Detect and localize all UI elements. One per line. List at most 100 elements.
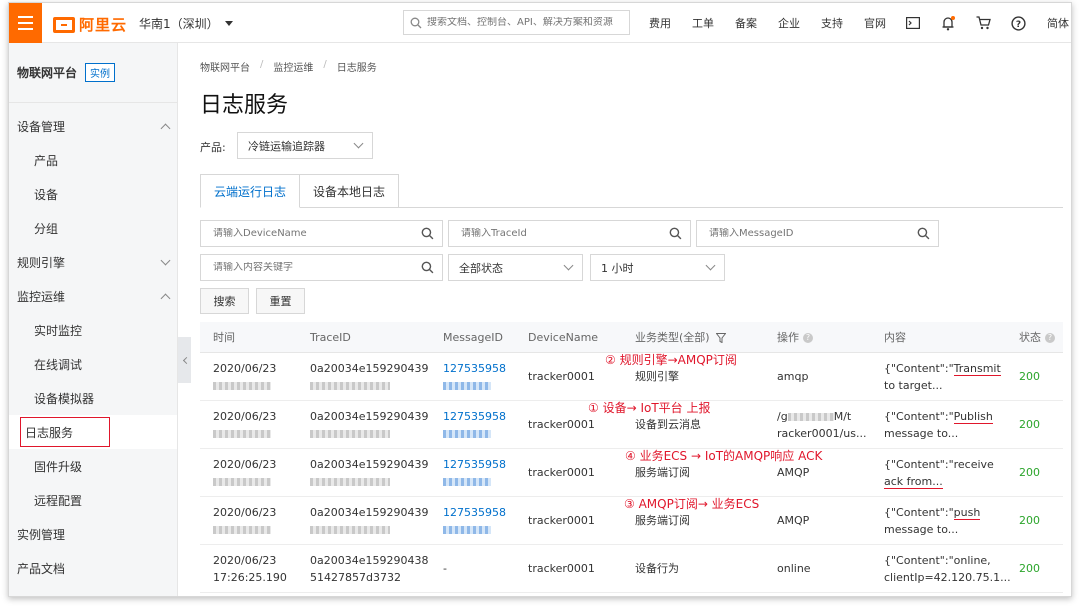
- tab-device-local-log[interactable]: 设备本地日志: [300, 174, 400, 208]
- tab-cloud-log[interactable]: 云端运行日志: [200, 174, 301, 208]
- sidebar-item-device-simulator[interactable]: 设备模拟器: [9, 381, 177, 415]
- chevron-up-icon: [160, 123, 171, 133]
- nav-official-site[interactable]: 官网: [864, 15, 886, 31]
- sidebar-item-online-debug[interactable]: 在线调试: [9, 347, 177, 381]
- product-label: 产品:: [200, 141, 226, 154]
- col-device-name: DeviceName: [528, 330, 599, 344]
- redacted-text: [443, 478, 491, 486]
- breadcrumb: 物联网平台 / 监控运维 / 日志服务: [200, 59, 377, 74]
- nav-fees[interactable]: 费用: [649, 15, 671, 31]
- search-button[interactable]: 搜索: [200, 288, 249, 314]
- status-code: 200: [1019, 418, 1040, 431]
- sidebar-section-product-docs[interactable]: 产品文档: [9, 551, 177, 585]
- status-select[interactable]: 全部状态: [448, 254, 583, 281]
- trace-id-input[interactable]: [461, 228, 661, 239]
- device-name-field[interactable]: [200, 220, 443, 247]
- log-content: {"Content":"online, clientIp=42.120.75.1.…: [884, 554, 1011, 584]
- table-row[interactable]: 2020/06/23 0a20034e159290439 127535958 t…: [200, 497, 1063, 545]
- table-row[interactable]: 2020/06/23 0a20034e159290439 127535958 t…: [200, 401, 1063, 449]
- help-icon[interactable]: ?: [1045, 332, 1055, 343]
- redacted-text: [213, 526, 271, 534]
- sidebar-item-group[interactable]: 分组: [9, 211, 177, 245]
- col-message-id: MessageID: [443, 330, 503, 344]
- language-switch[interactable]: 简体: [1047, 15, 1069, 31]
- sidebar: 物联网平台 实例 设备管理 产品 设备 分组 规则引擎 监控运维 实时监控 在线…: [9, 43, 178, 596]
- search-icon[interactable]: [669, 227, 682, 240]
- redacted-text: [310, 382, 390, 390]
- message-id-link[interactable]: 127535958: [443, 456, 506, 490]
- bell-icon[interactable]: [940, 15, 956, 31]
- table-row[interactable]: 2020/06/23 0a20034e159290439 127535958 t…: [200, 449, 1063, 497]
- sidebar-section-rule-engine[interactable]: 规则引擎: [9, 245, 177, 279]
- search-icon: [410, 17, 422, 28]
- table-row[interactable]: 2020/06/23 17:26:25.190 0a20034e159290438…: [200, 545, 1063, 593]
- redacted-text: [213, 430, 271, 438]
- col-time: 时间: [213, 330, 235, 344]
- sidebar-item-remote-config[interactable]: 远程配置: [9, 483, 177, 517]
- breadcrumb-iot[interactable]: 物联网平台: [200, 59, 250, 74]
- message-id-link[interactable]: 127535958: [443, 408, 506, 442]
- redacted-text: [213, 382, 271, 390]
- cart-icon[interactable]: [975, 15, 991, 31]
- aliyun-logo[interactable]: 阿里云: [53, 14, 127, 35]
- product-select[interactable]: 冷链运输追踪器: [237, 132, 373, 159]
- reset-button[interactable]: 重置: [256, 288, 305, 314]
- nav-support[interactable]: 支持: [821, 15, 843, 31]
- search-icon[interactable]: [917, 227, 930, 240]
- help-icon[interactable]: ?: [1010, 15, 1026, 31]
- message-id-input[interactable]: [709, 228, 909, 239]
- nav-icp[interactable]: 备案: [735, 15, 757, 31]
- nav-enterprise[interactable]: 企业: [778, 15, 800, 31]
- device-name-input[interactable]: [213, 228, 413, 239]
- search-icon[interactable]: [421, 261, 434, 274]
- sidebar-section-monitoring[interactable]: 监控运维: [9, 279, 177, 313]
- top-bar: 阿里云 华南1（深圳） 费用 工单 备案 企业 支持 官网 ?: [9, 3, 1071, 43]
- log-content: {"Content":"Publish message to...: [884, 410, 993, 440]
- sidebar-section-device-mgmt[interactable]: 设备管理: [9, 109, 177, 143]
- redacted-text: [310, 526, 390, 534]
- global-search-input[interactable]: [427, 17, 617, 28]
- breadcrumb-monitoring[interactable]: 监控运维: [273, 59, 313, 74]
- sidebar-section-instance-mgmt[interactable]: 实例管理: [9, 517, 177, 551]
- chevron-down-icon: [705, 260, 716, 271]
- time-range-select[interactable]: 1 小时: [590, 254, 725, 281]
- caret-down-icon: [224, 21, 233, 26]
- filter-icon[interactable]: [715, 332, 727, 343]
- sidebar-item-product[interactable]: 产品: [9, 143, 177, 177]
- col-trace-id: TraceID: [310, 330, 351, 344]
- col-content: 内容: [884, 330, 906, 344]
- table-row[interactable]: 2020/06/23 0a20034e159290439 127535958 t…: [200, 353, 1063, 401]
- col-status: 状态?: [1019, 329, 1055, 346]
- chevron-down-icon: [563, 260, 574, 271]
- status-code: 200: [1019, 562, 1040, 575]
- sidebar-item-log-service[interactable]: 日志服务: [9, 415, 177, 449]
- breadcrumb-log-service: 日志服务: [336, 63, 377, 74]
- sidebar-item-device[interactable]: 设备: [9, 177, 177, 211]
- svg-text:?: ?: [1015, 20, 1020, 30]
- terminal-icon[interactable]: [905, 15, 921, 31]
- search-icon[interactable]: [421, 227, 434, 240]
- message-id-link[interactable]: 127535958: [443, 360, 506, 394]
- page-title: 日志服务: [200, 93, 289, 118]
- sidebar-item-realtime-monitor[interactable]: 实时监控: [9, 313, 177, 347]
- message-id-link[interactable]: 127535958: [443, 504, 506, 538]
- help-icon[interactable]: ?: [803, 332, 813, 343]
- redacted-text: [443, 382, 491, 390]
- sidebar-item-firmware-upgrade[interactable]: 固件升级: [9, 449, 177, 483]
- hamburger-menu-icon[interactable]: [9, 3, 42, 43]
- col-biz-type[interactable]: 业务类型(全部): [635, 329, 727, 346]
- chevron-down-icon: [353, 138, 364, 149]
- chevron-left-icon: [182, 356, 190, 364]
- keyword-input[interactable]: [213, 262, 413, 273]
- nav-tickets[interactable]: 工单: [692, 15, 714, 31]
- annotation-label: ③ AMQP订阅→ 业务ECS: [624, 497, 760, 511]
- redacted-text: [310, 478, 390, 486]
- message-id-field[interactable]: [696, 220, 939, 247]
- trace-id-field[interactable]: [448, 220, 691, 247]
- instance-badge[interactable]: 实例: [85, 63, 116, 82]
- redacted-text: [787, 413, 834, 421]
- region-selector[interactable]: 华南1（深圳）: [139, 15, 233, 32]
- global-search[interactable]: [403, 10, 630, 35]
- keyword-field[interactable]: [200, 254, 443, 281]
- status-code: 200: [1019, 514, 1040, 527]
